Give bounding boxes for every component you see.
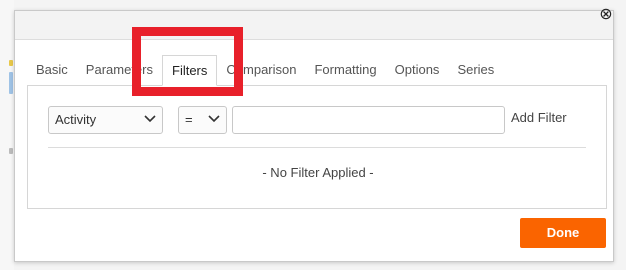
background-page-edge [0,0,14,270]
dialog-header [15,11,613,40]
filter-operator-select[interactable]: = [178,106,227,134]
tab-filters[interactable]: Filters [162,55,218,86]
no-filter-message: - No Filter Applied - [262,165,374,180]
background-marker [9,72,13,94]
background-marker [9,60,13,66]
tab-bar: Basic Parameters Filters Comparison Form… [27,55,503,86]
chevron-down-icon [144,115,156,123]
filter-value-input[interactable] [232,106,505,134]
filter-field-value: Activity [55,112,97,127]
divider [48,147,586,148]
chart-settings-dialog: ⊗ Basic Parameters Filters Comparison Fo… [14,5,614,262]
done-button[interactable]: Done [520,218,606,248]
tab-series[interactable]: Series [448,55,503,85]
tab-formatting[interactable]: Formatting [305,55,385,85]
filter-field-select[interactable]: Activity [48,106,163,134]
filter-operator-value: = [185,112,193,127]
screen: ⊗ Basic Parameters Filters Comparison Fo… [0,0,626,270]
chevron-down-icon [208,115,220,123]
add-filter-button[interactable]: Add Filter [511,108,567,128]
tab-options[interactable]: Options [386,55,449,85]
filters-panel: Activity = Add Filter - No Filter Applie… [27,85,607,209]
tab-basic[interactable]: Basic [27,55,77,85]
tab-parameters[interactable]: Parameters [77,55,162,85]
background-marker [9,148,13,154]
close-icon[interactable]: ⊗ [597,5,615,23]
tab-comparison[interactable]: Comparison [217,55,305,85]
